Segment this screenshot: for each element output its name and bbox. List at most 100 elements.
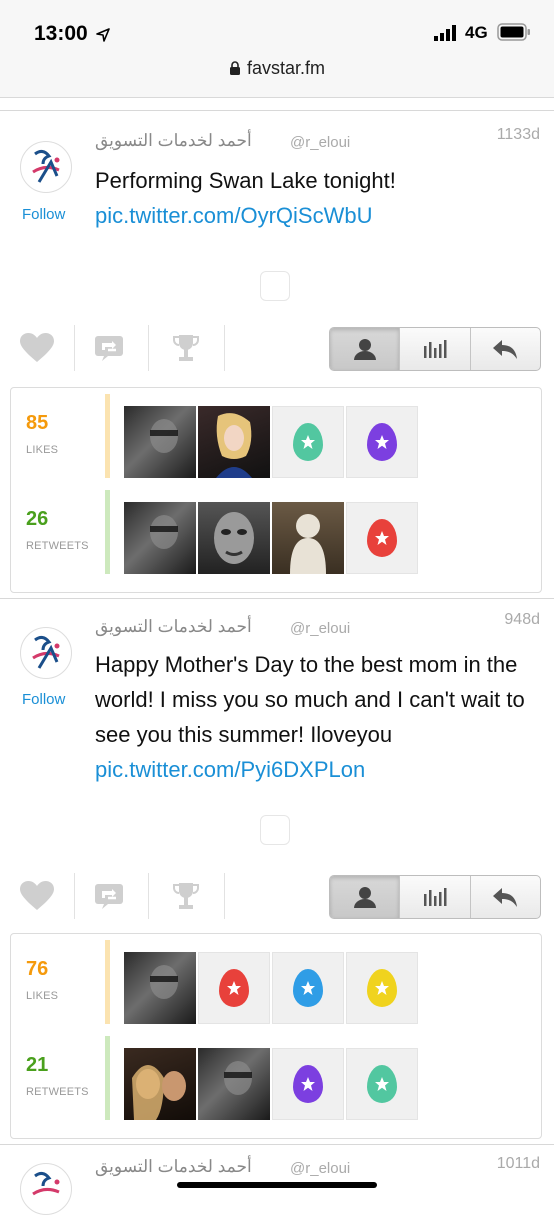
tweet-card: أحمد لخدمات التسويق @r_eloui 1011d <box>0 1144 554 1215</box>
trophy-button[interactable] <box>155 871 217 921</box>
heart-icon <box>20 881 54 910</box>
liker-avatar-egg[interactable] <box>272 406 344 478</box>
retweet-button[interactable] <box>78 323 140 373</box>
reply-button[interactable] <box>471 328 540 370</box>
likes-count[interactable]: 76 <box>26 958 48 981</box>
retweeter-avatar[interactable] <box>198 1048 270 1120</box>
author-handle[interactable]: @r_eloui <box>290 1160 350 1177</box>
tweet-text: Performing Swan Lake tonight! pic.twitte… <box>95 163 540 233</box>
retweets-row: 26 RETWEETS <box>11 484 541 578</box>
retweet-button[interactable] <box>78 871 140 921</box>
person-icon <box>353 887 376 908</box>
engagement-panel: 85 LIKES 26 RETWEETS <box>10 387 542 593</box>
tweet-age[interactable]: 1011d <box>497 1155 540 1173</box>
liker-avatar[interactable] <box>198 406 270 478</box>
like-button[interactable] <box>6 323 68 373</box>
retweeter-avatar[interactable] <box>124 502 196 574</box>
liker-avatar-egg[interactable] <box>272 952 344 1024</box>
follow-button[interactable]: Follow <box>22 206 65 223</box>
author-name[interactable]: أحمد لخدمات التسويق <box>95 617 252 637</box>
url-text: favstar.fm <box>246 58 326 78</box>
divider <box>74 325 75 371</box>
author-name[interactable]: أحمد لخدمات التسويق <box>95 1157 252 1177</box>
retweeters-list <box>124 1048 418 1120</box>
divider <box>148 873 149 919</box>
tweet-body: Performing Swan Lake tonight! <box>95 168 396 193</box>
retweet-icon <box>95 336 123 361</box>
status-time: 13:00 <box>34 22 88 45</box>
retweet-icon <box>95 884 123 909</box>
liker-avatar-egg[interactable] <box>346 406 418 478</box>
stats-view-button[interactable] <box>400 876 471 918</box>
people-view-button[interactable] <box>330 876 401 918</box>
liker-avatar-egg[interactable] <box>198 952 270 1024</box>
author-name[interactable]: أحمد لخدمات التسويق <box>95 131 252 151</box>
retweeters-list <box>124 502 418 574</box>
retweeter-avatar-egg[interactable] <box>346 502 418 574</box>
reply-button[interactable] <box>471 876 540 918</box>
likes-row: 85 LIKES <box>11 388 541 482</box>
tweet-actions <box>0 871 554 931</box>
author-avatar[interactable] <box>20 627 72 679</box>
retweets-label: RETWEETS <box>26 540 89 552</box>
tweet-body: Happy Mother's Day to the best mom in th… <box>95 652 525 747</box>
divider <box>74 873 75 919</box>
egg-icon <box>367 969 397 1007</box>
tweet-link[interactable]: pic.twitter.com/OyrQiScWbU <box>95 203 372 228</box>
address-bar[interactable]: favstar.fm <box>0 58 554 79</box>
network-type: 4G <box>465 23 488 42</box>
lock-icon <box>229 61 240 75</box>
retweeter-avatar[interactable] <box>124 1048 196 1120</box>
reply-icon <box>493 340 518 359</box>
likes-count[interactable]: 85 <box>26 412 48 435</box>
liker-avatar-egg[interactable] <box>346 952 418 1024</box>
retweeter-avatar[interactable] <box>198 502 270 574</box>
bar-chart-icon <box>423 340 447 358</box>
trophy-icon <box>173 883 199 909</box>
retweets-label: RETWEETS <box>26 1086 89 1098</box>
view-toggle <box>329 327 541 371</box>
tweet-actions <box>0 323 554 383</box>
author-avatar[interactable] <box>20 141 72 193</box>
tweet-text: Happy Mother's Day to the best mom in th… <box>95 647 540 787</box>
likes-bar <box>105 394 110 478</box>
tweet-age[interactable]: 1133d <box>497 126 540 144</box>
home-indicator[interactable] <box>177 1182 377 1188</box>
likes-row: 76 LIKES <box>11 934 541 1028</box>
retweets-bar <box>105 490 110 574</box>
like-button[interactable] <box>6 871 68 921</box>
trophy-button[interactable] <box>155 323 217 373</box>
retweets-bar <box>105 1036 110 1120</box>
retweeter-avatar[interactable] <box>272 502 344 574</box>
tweet-link[interactable]: pic.twitter.com/Pyi6DXPLon <box>95 757 365 782</box>
battery-icon <box>497 23 530 41</box>
retweets-row: 21 RETWEETS <box>11 1030 541 1124</box>
liker-avatar[interactable] <box>124 406 196 478</box>
retweets-count[interactable]: 26 <box>26 508 48 531</box>
location-arrow-icon <box>96 28 110 42</box>
stats-view-button[interactable] <box>400 328 471 370</box>
liker-avatar[interactable] <box>124 952 196 1024</box>
reply-icon <box>493 888 518 907</box>
egg-icon <box>367 1065 397 1103</box>
engagement-panel: 76 LIKES 21 RETWEETS <box>10 933 542 1139</box>
tweet-card: Follow أحمد لخدمات التسويق @r_eloui 1133… <box>0 110 554 598</box>
author-handle[interactable]: @r_eloui <box>290 134 350 151</box>
author-handle[interactable]: @r_eloui <box>290 620 350 637</box>
browser-chrome: 13:00 4G favstar.fm <box>0 0 554 98</box>
signal-icon <box>434 25 456 41</box>
people-view-button[interactable] <box>330 328 401 370</box>
retweeter-avatar-egg[interactable] <box>346 1048 418 1120</box>
retweets-count[interactable]: 21 <box>26 1054 48 1077</box>
likes-label: LIKES <box>26 444 59 456</box>
media-placeholder <box>260 815 290 845</box>
tweet-card: Follow أحمد لخدمات التسويق @r_eloui 948d… <box>0 598 554 1144</box>
author-avatar[interactable] <box>20 1163 72 1215</box>
heart-icon <box>20 333 54 362</box>
media-placeholder <box>260 271 290 301</box>
trophy-icon <box>173 335 199 361</box>
tweet-age[interactable]: 948d <box>504 611 540 629</box>
retweeter-avatar-egg[interactable] <box>272 1048 344 1120</box>
follow-button[interactable]: Follow <box>22 691 65 708</box>
likers-list <box>124 406 418 478</box>
